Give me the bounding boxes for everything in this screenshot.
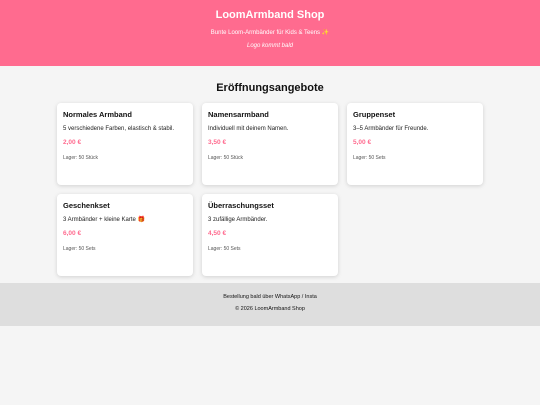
main-content: Eröffnungsangebote Normales Armband 5 ve… [0, 82, 540, 276]
product-price: 3,50 € [208, 139, 227, 146]
logo-note: Logo kommt bald [246, 43, 294, 49]
product-card-geschenkset[interactable]: Geschenkset 3 Armbänder + kleine Karte 🎁… [57, 194, 193, 276]
product-card-ueberraschungsset[interactable]: Überraschungsset 3 zufällige Armbänder. … [202, 194, 338, 276]
site-header: LoomArmband Shop Bunte Loom-Armbänder fü… [0, 0, 540, 66]
product-name: Normales Armband [63, 110, 132, 119]
product-name: Geschenkset [63, 201, 110, 210]
product-stock: Lager: 50 Sets [208, 246, 241, 252]
copyright: © 2026 LoomArmband Shop [235, 306, 305, 312]
product-name: Namensarmband [208, 110, 269, 119]
product-price: 4,50 € [208, 230, 227, 237]
order-note: Bestellung bald über WhatsApp / Insta [223, 294, 317, 300]
product-price: 2,00 € [63, 139, 82, 146]
product-grid: Normales Armband 5 verschiedene Farben, … [57, 103, 483, 276]
product-description: 3 zufällige Armbänder. [208, 217, 268, 223]
product-description: 3–5 Armbänder für Freunde. [353, 126, 429, 132]
product-description: 5 verschiedene Farben, elastisch & stabi… [63, 126, 175, 132]
product-name: Überraschungsset [208, 201, 274, 210]
product-stock: Lager: 50 Sets [353, 155, 386, 161]
site-footer: Bestellung bald über WhatsApp / Insta © … [0, 283, 540, 326]
shop-subtitle: Bunte Loom-Armbänder für Kids & Teens ✨ [210, 30, 330, 36]
product-name: Gruppenset [353, 110, 396, 119]
product-card-normales-armband[interactable]: Normales Armband 5 verschiedene Farben, … [57, 103, 193, 185]
product-card-gruppenset[interactable]: Gruppenset 3–5 Armbänder für Freunde. 5,… [347, 103, 483, 185]
product-description: 3 Armbänder + kleine Karte 🎁 [63, 217, 146, 223]
offers-title: Eröffnungsangebote [216, 82, 324, 94]
product-stock: Lager: 50 Stück [63, 155, 99, 161]
product-price: 5,00 € [353, 139, 372, 146]
product-stock: Lager: 50 Sets [63, 246, 96, 252]
shop-title: LoomArmband Shop [215, 9, 325, 21]
product-card-namensarmband[interactable]: Namensarmband Individuell mit deinem Nam… [202, 103, 338, 185]
product-description: Individuell mit deinem Namen. [208, 126, 289, 132]
product-stock: Lager: 50 Stück [208, 155, 244, 161]
product-price: 6,00 € [63, 230, 82, 237]
